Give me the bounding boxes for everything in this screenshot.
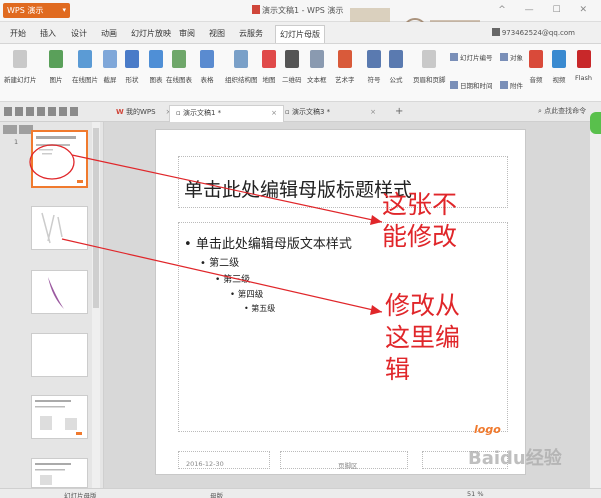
status-bar: 幻灯片母版 母版 51 % (0, 488, 601, 498)
annotation-arrows (29, 144, 383, 315)
status-view: 幻灯片母版 (64, 492, 97, 498)
status-master: 母版 (210, 492, 223, 498)
arrow-line (71, 154, 383, 223)
arrow-line (61, 238, 383, 313)
zoom-level[interactable]: 51 % (467, 490, 484, 498)
annotation-note-2: 修改从 这里编 辑 (385, 291, 461, 384)
highlight-circle (29, 144, 75, 180)
annotation-note-1: 这张不 能修改 (382, 190, 458, 251)
arrowhead (370, 305, 382, 315)
arrowhead (370, 215, 382, 225)
watermark: Baidu经验 (468, 448, 562, 469)
